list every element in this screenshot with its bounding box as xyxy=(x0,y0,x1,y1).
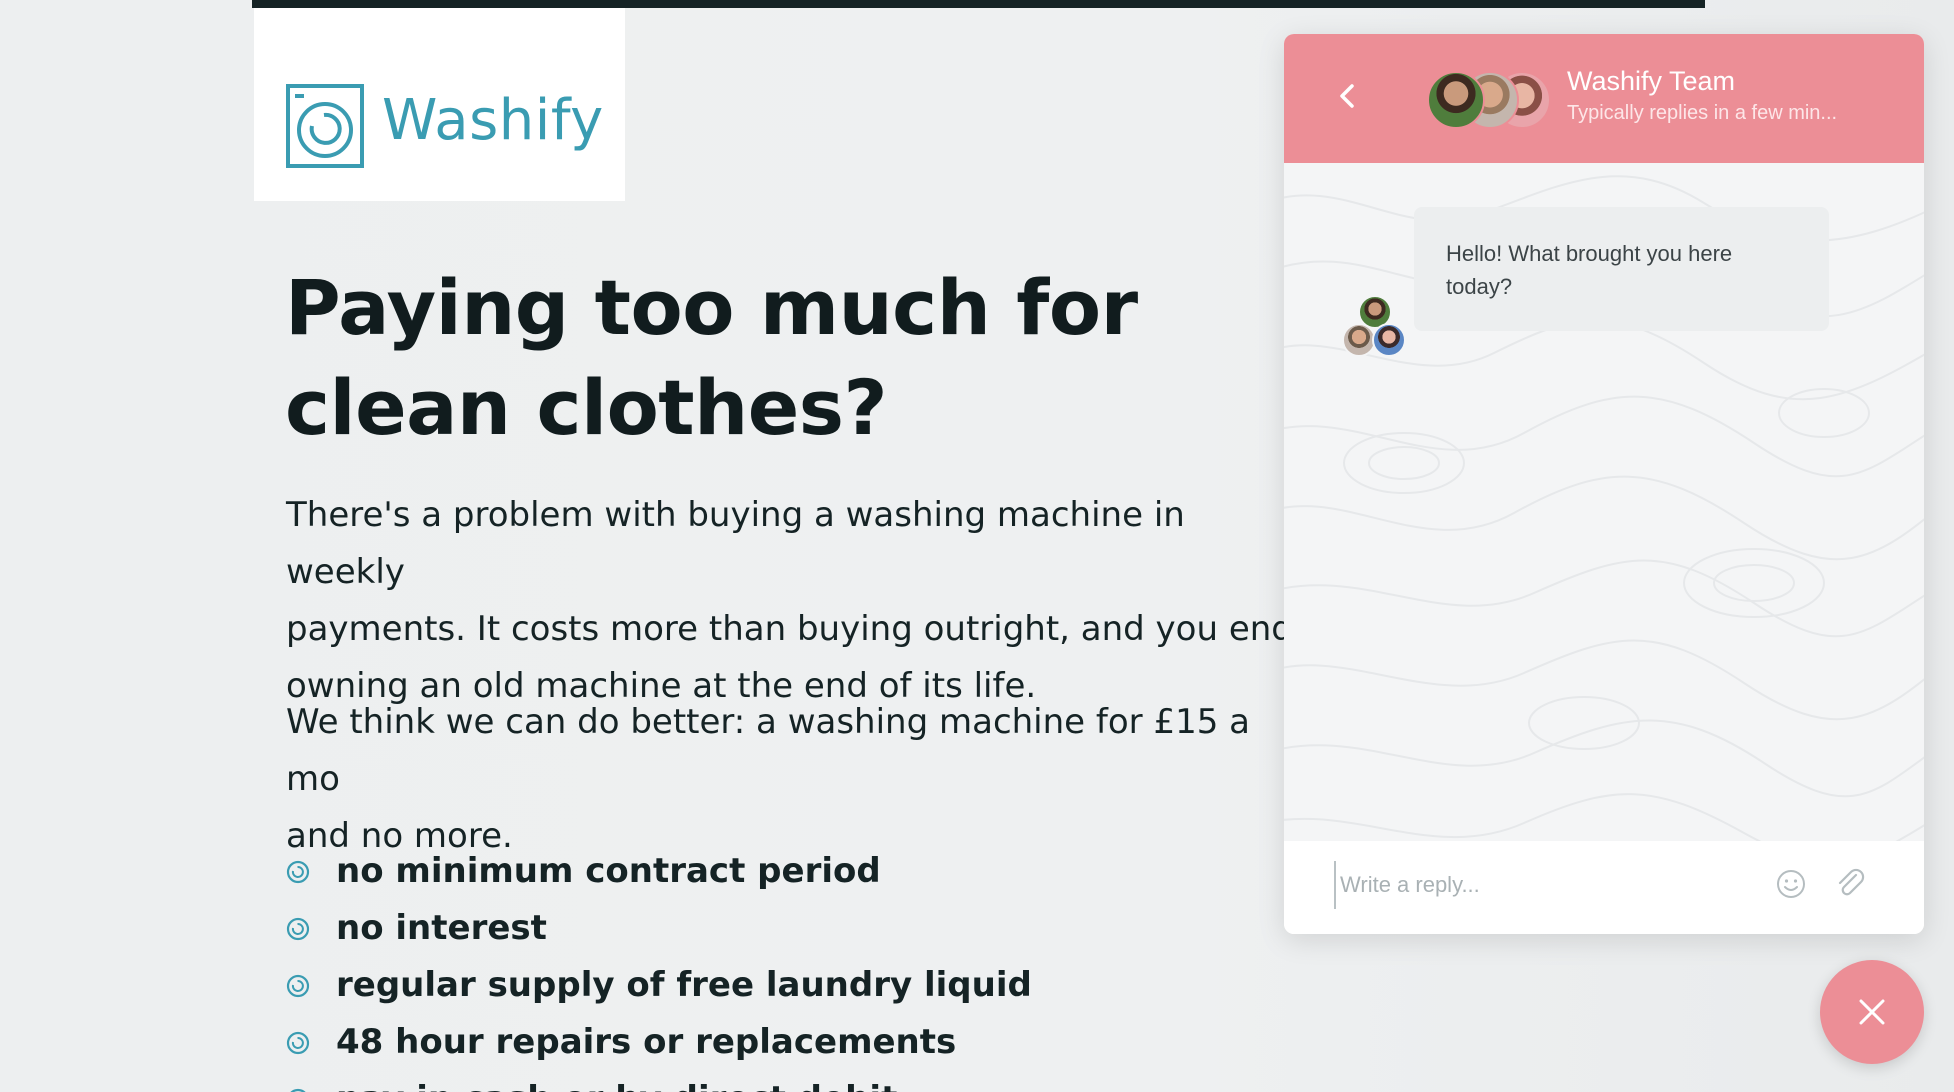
washing-machine-icon xyxy=(290,1088,306,1092)
emoji-button[interactable] xyxy=(1774,867,1808,901)
avatar xyxy=(1342,323,1376,357)
brand-name: Washify xyxy=(382,88,604,153)
paragraph-line: payments. It costs more than buying outr… xyxy=(286,609,1293,649)
list-item-label: no interest xyxy=(336,908,547,948)
chevron-left-icon xyxy=(1340,84,1354,108)
chat-header: Washify Team Typically replies in a few … xyxy=(1284,34,1924,163)
headline-line: Paying too much for xyxy=(285,263,1138,352)
paragraph-line: There's a problem with buying a washing … xyxy=(286,495,1185,592)
smiley-icon xyxy=(1777,870,1805,898)
reply-time: Typically replies in a few min... xyxy=(1567,102,1838,124)
feature-list: no minimum contract period no interest r… xyxy=(286,843,1032,1092)
team-name: Washify Team xyxy=(1567,66,1736,96)
headline-line: clean clothes? xyxy=(285,363,888,452)
paragraph-line: We think we can do better: a washing mac… xyxy=(286,702,1251,799)
washing-machine-icon xyxy=(286,917,310,941)
conversation-area: Hello! What brought you here today? xyxy=(1284,163,1924,841)
reply-input[interactable] xyxy=(1334,861,1754,909)
message-bubble: Hello! What brought you here today? xyxy=(1414,207,1829,331)
close-icon xyxy=(1859,999,1885,1025)
intro-paragraph: There's a problem with buying a washing … xyxy=(286,487,1296,715)
avatar xyxy=(1372,323,1406,357)
list-item-label: no minimum contract period xyxy=(336,851,881,891)
list-item: 48 hour repairs or replacements xyxy=(286,1014,1032,1071)
washing-machine-icon xyxy=(286,1031,310,1055)
washing-machine-icon xyxy=(286,84,364,168)
list-item: regular supply of free laundry liquid xyxy=(286,957,1032,1014)
team-avatars xyxy=(1427,71,1557,129)
landing-page: Washify Paying too much for clean clothe… xyxy=(0,0,1954,1092)
list-item: pay in cash or by direct debit xyxy=(286,1071,1032,1092)
composer xyxy=(1284,841,1924,934)
chat-widget: Washify Team Typically replies in a few … xyxy=(1284,34,1924,934)
message-avatars xyxy=(1342,295,1408,359)
list-item-label: 48 hour repairs or replacements xyxy=(336,1022,957,1062)
list-item-label: pay in cash or by direct debit xyxy=(336,1079,897,1092)
washing-machine-icon xyxy=(286,860,310,884)
page-title: Paying too much for clean clothes? xyxy=(285,258,1185,458)
list-item-label: regular supply of free laundry liquid xyxy=(336,965,1032,1005)
offer-paragraph: We think we can do better: a washing mac… xyxy=(286,694,1296,865)
attach-button[interactable] xyxy=(1832,865,1868,901)
back-button[interactable] xyxy=(1324,72,1372,120)
logo[interactable]: Washify xyxy=(254,8,625,201)
list-item: no minimum contract period xyxy=(286,843,1032,900)
chat-launcher-button[interactable] xyxy=(1820,960,1924,1064)
top-bar xyxy=(252,0,1705,8)
washing-machine-icon xyxy=(286,974,310,998)
list-item: no interest xyxy=(286,900,1032,957)
avatar xyxy=(1427,71,1485,129)
paperclip-icon xyxy=(1838,868,1865,896)
